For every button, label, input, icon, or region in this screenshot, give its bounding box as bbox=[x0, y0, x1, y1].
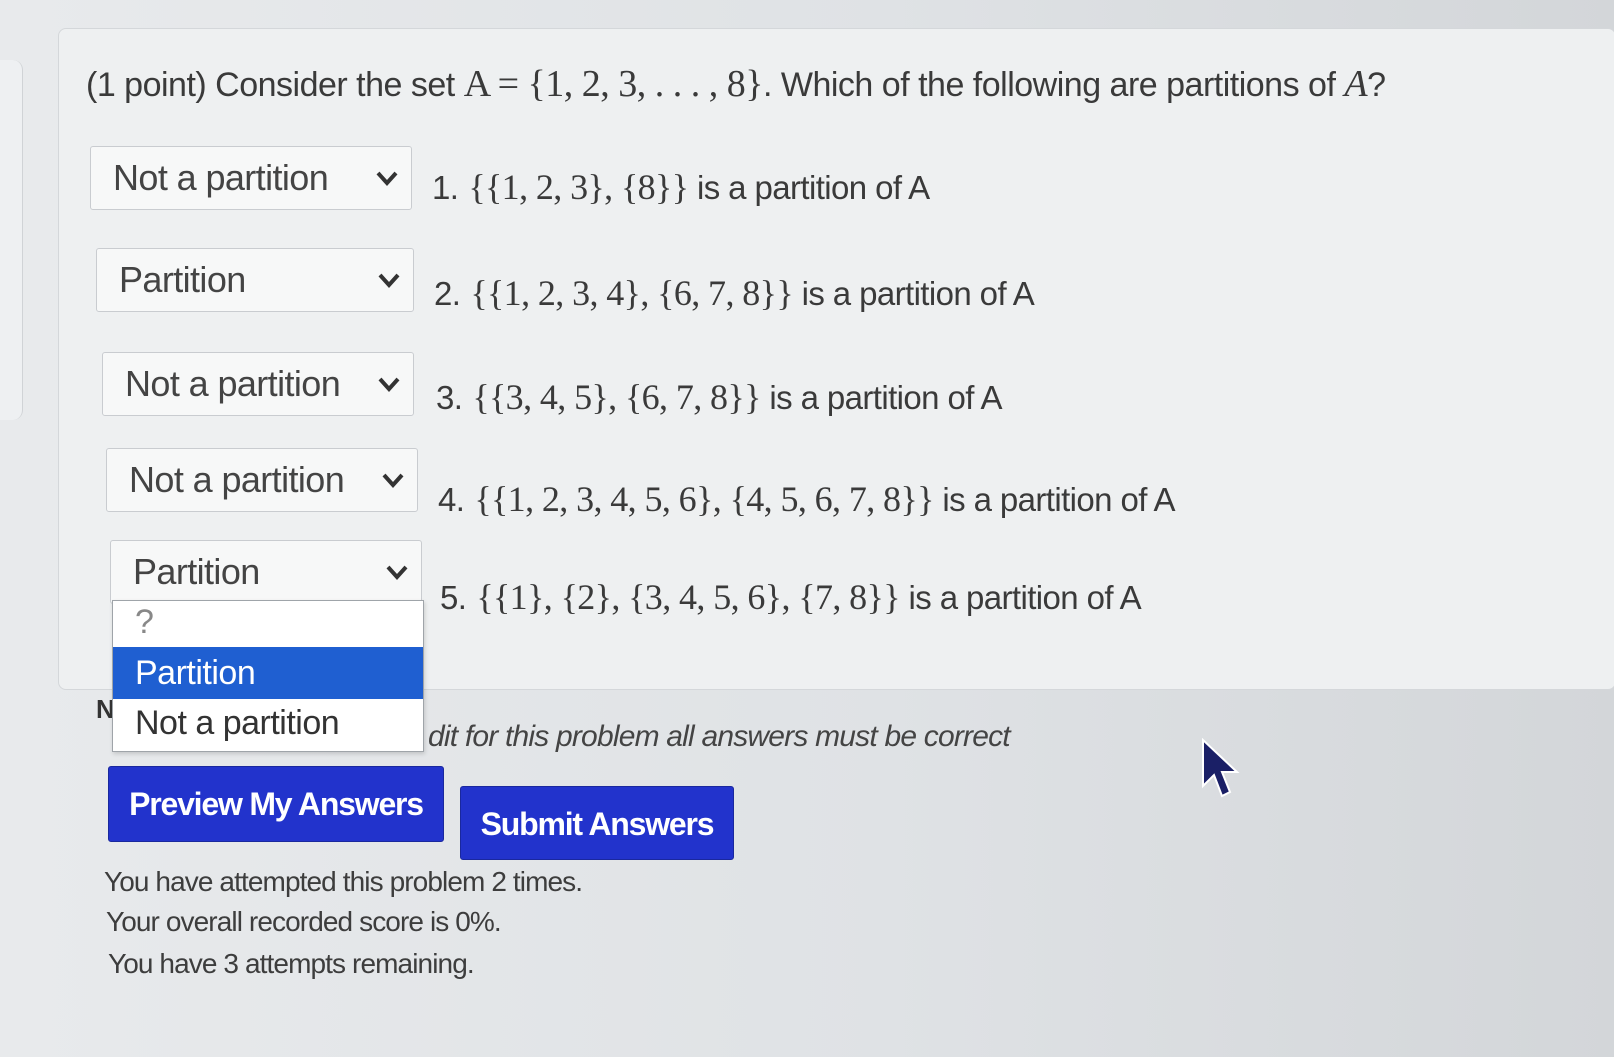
answer-select-3-value: Not a partition bbox=[125, 363, 341, 404]
attempts-text: You have attempted this problem 2 times. bbox=[104, 866, 583, 897]
left-gutter bbox=[0, 60, 23, 420]
dropdown-option-blank[interactable]: ? bbox=[113, 603, 423, 647]
question-text: (1 point) Consider the set A = {1, 2, 3,… bbox=[86, 62, 1386, 106]
item-3-label: 3. {{3, 4, 5}, {6, 7, 8}} is a partition … bbox=[436, 376, 1003, 418]
answer-select-5[interactable]: Partition bbox=[110, 540, 422, 604]
answer-select-4[interactable]: Not a partition bbox=[106, 448, 418, 512]
answer-select-1-value: Not a partition bbox=[113, 157, 329, 198]
question-set-var: A bbox=[1344, 63, 1368, 105]
item-2-number: 2. bbox=[434, 275, 461, 312]
item-5-tail: is a partition of A bbox=[908, 579, 1142, 616]
answer-select-2[interactable]: Partition bbox=[96, 248, 414, 312]
item-1-label: 1. {{1, 2, 3}, {8}} is a partition of A bbox=[432, 166, 930, 208]
chevron-down-icon bbox=[378, 273, 400, 288]
dropdown-option-partition[interactable]: Partition bbox=[113, 647, 423, 699]
item-3-tail: is a partition of A bbox=[769, 379, 1002, 416]
question-suffix: . Which of the following are partitions … bbox=[762, 66, 1336, 104]
remaining-text: You have 3 attempts remaining. bbox=[108, 948, 475, 979]
dropdown-option-not-a-partition[interactable]: Not a partition bbox=[113, 699, 423, 749]
chevron-down-icon bbox=[376, 171, 398, 186]
item-5-number: 5. bbox=[440, 579, 467, 616]
mouse-cursor-icon bbox=[1202, 738, 1240, 798]
item-5-label: 5. {{1}, {2}, {3, 4, 5, 6}, {7, 8}} is a … bbox=[440, 576, 1142, 618]
item-3-number: 3. bbox=[436, 379, 463, 416]
item-4-tail: is a partition of A bbox=[942, 481, 1175, 518]
question-end: ? bbox=[1367, 66, 1386, 104]
note-text: dit for this problem all answers must be… bbox=[428, 720, 1011, 753]
item-2-set: {{1, 2, 3, 4}, {6, 7, 8}} bbox=[470, 273, 794, 313]
answer-select-4-value: Not a partition bbox=[129, 459, 345, 500]
question-prefix: (1 point) Consider the set bbox=[86, 66, 455, 104]
answer-select-3[interactable]: Not a partition bbox=[102, 352, 414, 416]
item-4-label: 4. {{1, 2, 3, 4, 5, 6}, {4, 5, 6, 7, 8}} … bbox=[438, 478, 1176, 520]
chevron-down-icon bbox=[386, 565, 408, 580]
answer-select-5-value: Partition bbox=[133, 551, 260, 592]
item-1-number: 1. bbox=[432, 169, 459, 206]
select-5-dropdown-list: ? Partition Not a partition bbox=[112, 600, 424, 752]
item-1-tail: is a partition of A bbox=[696, 169, 930, 206]
answer-select-2-value: Partition bbox=[119, 259, 246, 300]
answer-select-1[interactable]: Not a partition bbox=[90, 146, 412, 210]
chevron-down-icon bbox=[382, 473, 404, 488]
chevron-down-icon bbox=[378, 377, 400, 392]
item-1-set: {{1, 2, 3}, {8}} bbox=[468, 167, 689, 207]
item-5-set: {{1}, {2}, {3, 4, 5, 6}, {7, 8}} bbox=[476, 577, 900, 617]
item-4-number: 4. bbox=[438, 481, 465, 518]
score-text: Your overall recorded score is 0%. bbox=[106, 906, 502, 937]
item-2-label: 2. {{1, 2, 3, 4}, {6, 7, 8}} is a partiti… bbox=[434, 272, 1035, 314]
question-set: A = {1, 2, 3, . . . , 8} bbox=[463, 63, 764, 105]
item-3-set: {{3, 4, 5}, {6, 7, 8}} bbox=[472, 377, 761, 417]
item-4-set: {{1, 2, 3, 4, 5, 6}, {4, 5, 6, 7, 8}} bbox=[474, 479, 934, 519]
submit-answers-button[interactable]: Submit Answers bbox=[460, 786, 734, 860]
item-2-tail: is a partition of A bbox=[801, 275, 1035, 312]
preview-answers-button[interactable]: Preview My Answers bbox=[108, 766, 444, 842]
